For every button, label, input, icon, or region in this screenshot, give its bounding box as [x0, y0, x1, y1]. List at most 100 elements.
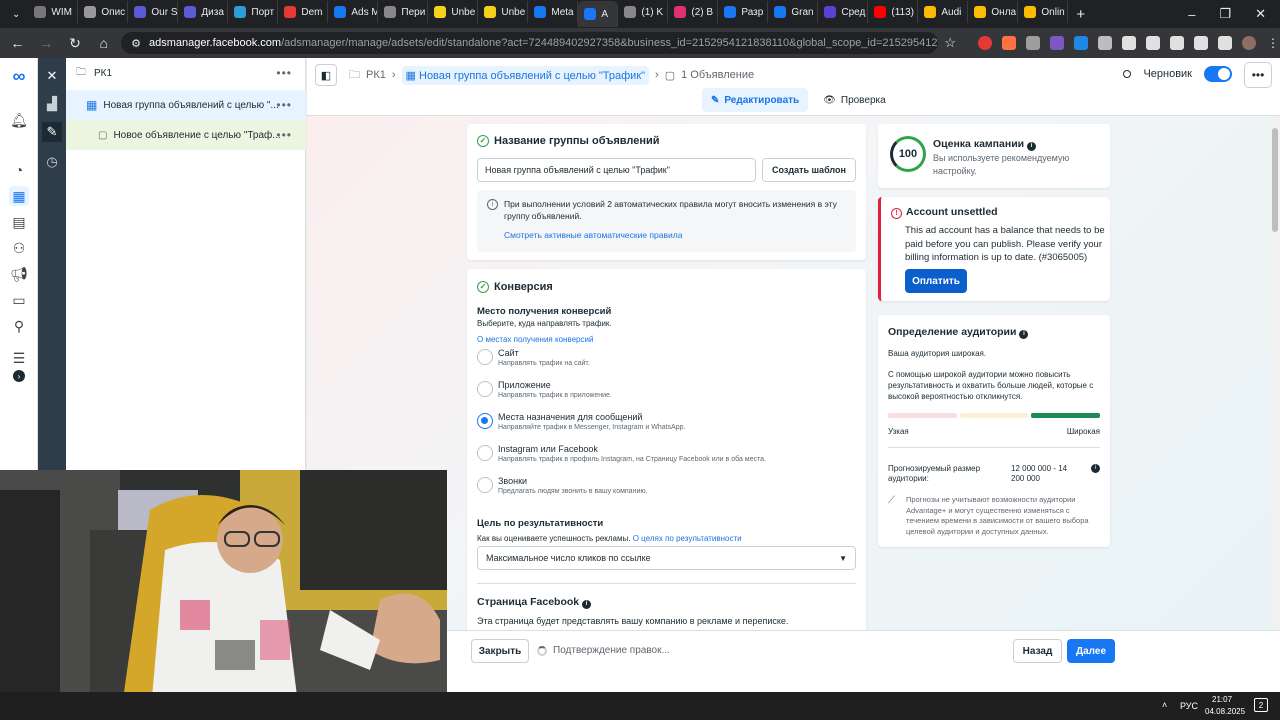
- browser-tab[interactable]: Порт: [228, 1, 279, 23]
- home-icon[interactable]: ⌂: [92, 31, 115, 55]
- browser-tab[interactable]: A: [578, 1, 619, 27]
- browser-tab[interactable]: Audi: [918, 1, 969, 23]
- notifications-bell-icon[interactable]: 🔔︎: [9, 110, 29, 130]
- profile-avatar[interactable]: [1242, 36, 1257, 50]
- browser-tab[interactable]: Unbe: [478, 1, 529, 23]
- extension-icon[interactable]: [978, 36, 993, 50]
- scrollbar-thumb[interactable]: [1272, 128, 1278, 232]
- browser-tab[interactable]: Пери: [378, 1, 429, 23]
- meta-logo-icon[interactable]: ∞: [9, 66, 29, 86]
- performance-goal-select[interactable]: Максимальное число кликов по ссылке ▼: [477, 546, 856, 570]
- tab-edit[interactable]: ✎ Редактировать: [702, 88, 809, 112]
- minimize-button[interactable]: –: [1188, 7, 1195, 22]
- browser-tab[interactable]: Our S: [128, 1, 179, 23]
- speedometer-icon[interactable]: ◔: [9, 160, 29, 180]
- menu-hamburger-icon[interactable]: ☰: [9, 348, 29, 368]
- crumb-campaign[interactable]: РК1: [366, 69, 386, 81]
- forward-arrow-icon[interactable]: →: [35, 31, 58, 55]
- conversion-option-radio[interactable]: [477, 413, 493, 429]
- conversion-option-label[interactable]: Сайт: [498, 348, 519, 358]
- more-dots-icon[interactable]: •••: [276, 66, 292, 80]
- tray-chevron-icon[interactable]: ˄: [1162, 700, 1167, 710]
- conversion-option-label[interactable]: Звонки: [498, 476, 527, 486]
- sidepanel-icon[interactable]: [1218, 36, 1233, 50]
- browser-tab[interactable]: Ads M: [328, 1, 379, 23]
- browser-tab[interactable]: Dem: [278, 1, 329, 23]
- browser-tab[interactable]: Unbe: [428, 1, 479, 23]
- history-clock-icon[interactable]: ◷: [42, 152, 62, 172]
- url-bar[interactable]: ⚙ adsmanager.facebook.com/adsmanager/man…: [121, 32, 939, 54]
- back-button[interactable]: Назад: [1013, 639, 1062, 663]
- new-tab-button[interactable]: +: [1068, 6, 1093, 23]
- browser-tab[interactable]: Опис: [78, 1, 129, 23]
- extension-icon[interactable]: [1098, 36, 1113, 50]
- crumb-ad[interactable]: 1 Объявление: [681, 69, 754, 81]
- extension-icon[interactable]: [1122, 36, 1137, 50]
- pencil-edit-icon[interactable]: ✎: [42, 122, 62, 142]
- reload-icon[interactable]: ↻: [64, 31, 87, 55]
- conversion-option-label[interactable]: Места назначения для сообщений: [498, 412, 642, 422]
- tree-item-campaign[interactable]: 🗀︎ РК1 •••: [66, 58, 306, 88]
- puzzle-icon[interactable]: [1146, 36, 1161, 50]
- tune-icon[interactable]: [1194, 36, 1209, 50]
- info-filled-icon: i: [582, 600, 592, 609]
- performance-goal-link[interactable]: О целях по результативности: [633, 534, 742, 543]
- billing-card-icon[interactable]: ▭: [9, 290, 29, 310]
- expand-arrow-icon[interactable]: ›: [13, 370, 25, 382]
- conversion-option-radio[interactable]: [477, 381, 493, 397]
- next-button[interactable]: Далее: [1067, 639, 1115, 663]
- auto-rules-link[interactable]: Смотреть активные автоматические правила: [504, 230, 682, 240]
- tree-item-ad[interactable]: ▢ Новое объявление с целью "Траф... •••: [66, 120, 306, 150]
- pay-button[interactable]: Оплатить: [905, 269, 967, 293]
- extension-icon[interactable]: [1026, 36, 1041, 50]
- conversion-option-label[interactable]: Приложение: [498, 380, 551, 390]
- more-dots-icon[interactable]: •••: [276, 128, 292, 142]
- events-manager-icon[interactable]: ⚲: [9, 316, 29, 336]
- chart-icon[interactable]: ▟: [42, 94, 62, 114]
- megaphone-icon[interactable]: 📢︎: [9, 264, 29, 284]
- close-icon[interactable]: ✕: [42, 66, 62, 86]
- more-dots-icon[interactable]: •••: [276, 98, 292, 112]
- browser-tab[interactable]: Gran: [768, 1, 819, 23]
- browser-tab[interactable]: Сред: [818, 1, 869, 23]
- conversion-option-radio[interactable]: [477, 349, 493, 365]
- crumb-adset[interactable]: ▦ Новая группа объявлений с целью "Трафи…: [401, 65, 650, 85]
- browser-menu-icon[interactable]: ⋮: [1266, 36, 1280, 50]
- site-info-icon[interactable]: ⚙: [131, 37, 141, 50]
- conversion-option-radio[interactable]: [477, 477, 493, 493]
- browser-tab[interactable]: (1) K: [618, 1, 669, 23]
- browser-tab[interactable]: Onlin: [1018, 1, 1069, 23]
- bookmark-star-icon[interactable]: ☆: [944, 35, 956, 51]
- download-icon[interactable]: [1170, 36, 1185, 50]
- extension-icon[interactable]: [1074, 36, 1089, 50]
- extension-icon[interactable]: [1002, 36, 1017, 50]
- browser-tab[interactable]: Диза: [178, 1, 229, 23]
- conversion-location-link[interactable]: О местах получения конверсий: [477, 335, 593, 344]
- browser-tab[interactable]: Разр: [718, 1, 769, 23]
- tree-item-adset[interactable]: ▦ Новая группа объявлений с целью "... •…: [66, 90, 306, 120]
- browser-tab[interactable]: Онла: [968, 1, 1019, 23]
- conversion-option-radio[interactable]: [477, 445, 493, 461]
- close-window-button[interactable]: ✕: [1255, 6, 1266, 22]
- ads-manager-table-icon[interactable]: ▦: [9, 186, 29, 206]
- notification-badge[interactable]: 2: [1254, 698, 1268, 712]
- adset-name-input[interactable]: [477, 158, 756, 182]
- create-template-button[interactable]: Создать шаблон: [762, 158, 856, 182]
- tab-list-chevron-icon[interactable]: ⌄: [4, 9, 28, 20]
- more-options-button[interactable]: •••: [1244, 62, 1272, 88]
- close-button[interactable]: Закрыть: [471, 639, 529, 663]
- browser-tab[interactable]: WIM: [28, 1, 79, 23]
- conversion-option-label[interactable]: Instagram или Facebook: [498, 444, 598, 454]
- catalog-icon[interactable]: ▤: [9, 212, 29, 232]
- publish-toggle[interactable]: [1204, 66, 1232, 82]
- browser-tab[interactable]: (2) B: [668, 1, 719, 23]
- back-arrow-icon[interactable]: ←: [6, 31, 29, 55]
- restore-button[interactable]: ❐: [1219, 6, 1231, 22]
- browser-tab[interactable]: Meta: [528, 1, 579, 23]
- language-indicator[interactable]: РУС: [1180, 701, 1198, 711]
- panel-toggle-icon[interactable]: ◧: [315, 64, 337, 86]
- tab-review[interactable]: 👁︎ Проверка: [814, 88, 895, 112]
- extension-icon[interactable]: [1050, 36, 1065, 50]
- browser-tab[interactable]: (113): [868, 1, 919, 23]
- audiences-icon[interactable]: ⚇: [9, 238, 29, 258]
